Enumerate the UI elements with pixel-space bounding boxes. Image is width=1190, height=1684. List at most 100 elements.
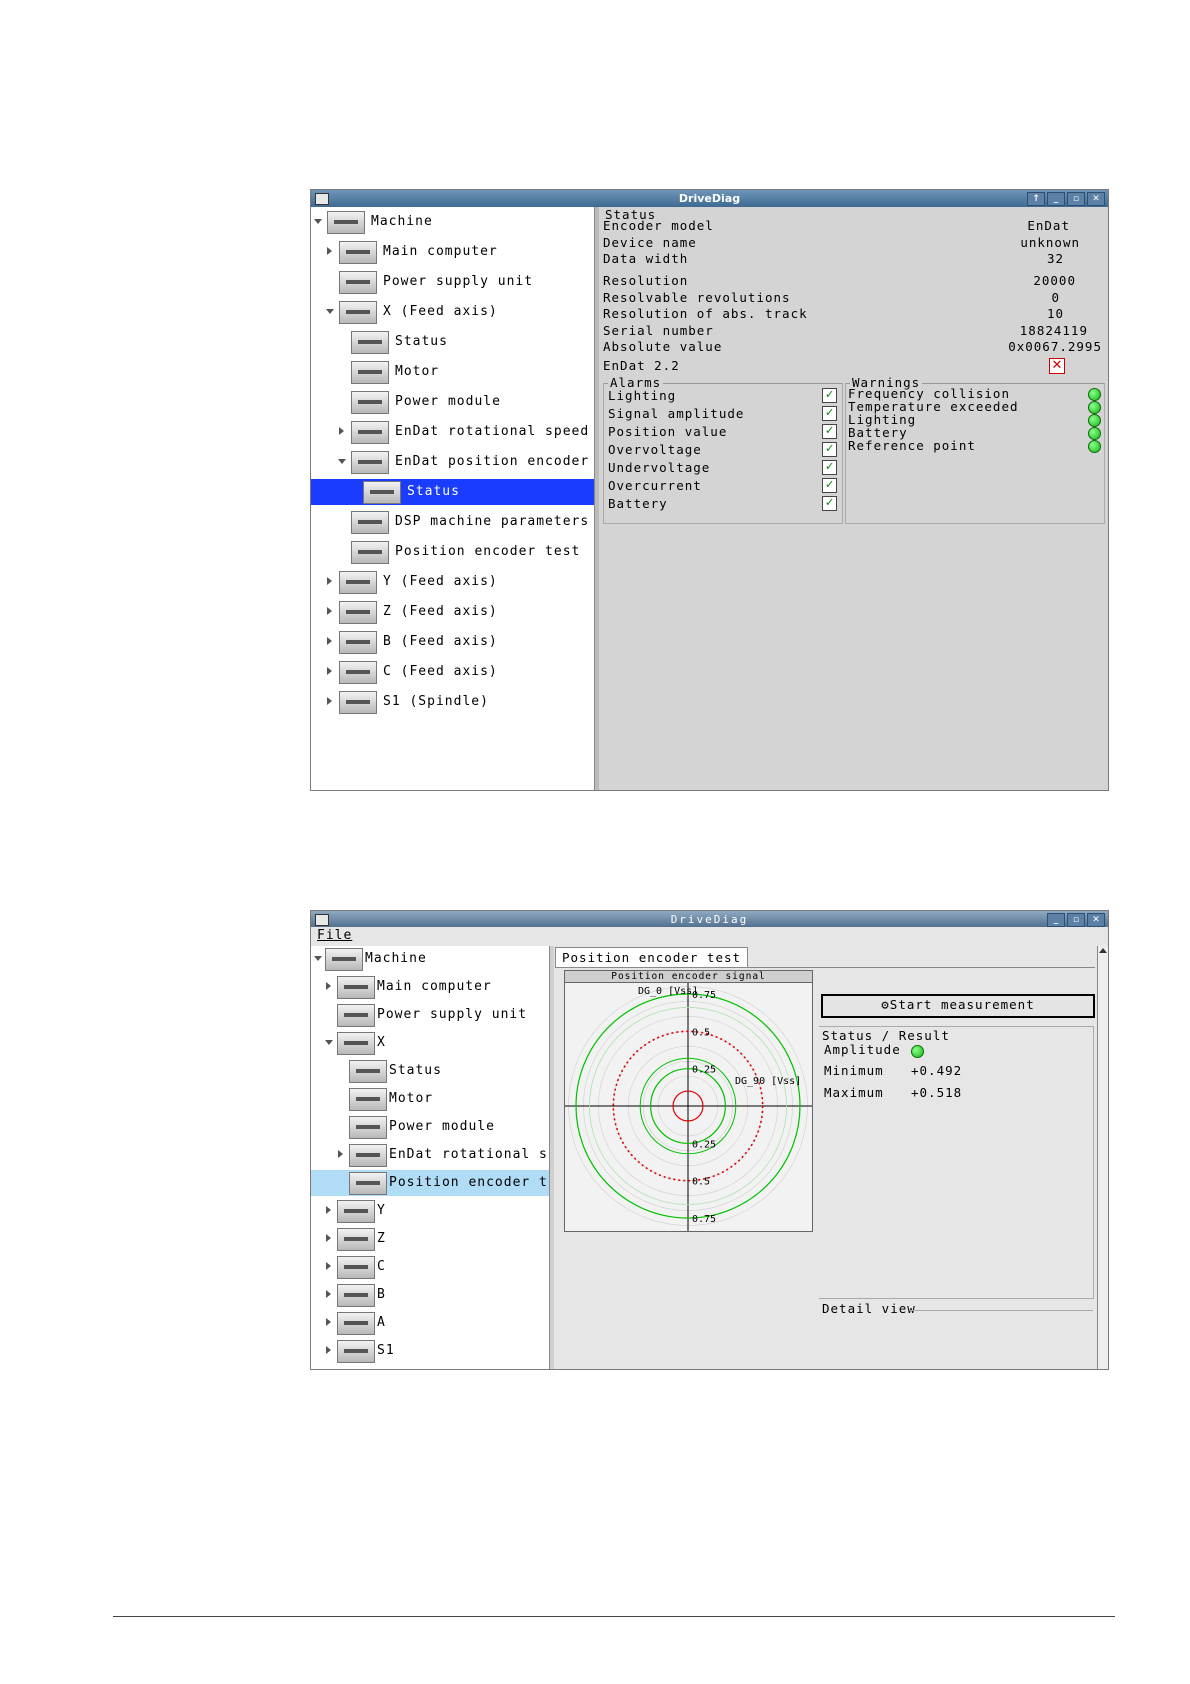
menu-file[interactable]: File bbox=[317, 928, 352, 943]
tree-node-x-axis[interactable]: X (Feed axis) bbox=[311, 299, 594, 325]
navigation-tree[interactable]: Machine Main computer Power supply unit … bbox=[311, 207, 594, 790]
tree-node-main-computer[interactable]: Main computer bbox=[311, 239, 594, 265]
status-led-icon bbox=[1088, 440, 1101, 453]
window-titlebar[interactable]: DriveDiag _ ▫ ✕ bbox=[311, 911, 1108, 927]
window-menu-icon[interactable] bbox=[315, 193, 329, 205]
tree-node-status[interactable]: Status bbox=[311, 329, 594, 355]
tab-position-encoder-test[interactable]: Position encoder test bbox=[555, 947, 749, 967]
field-label: Data width bbox=[603, 251, 689, 266]
motor-icon bbox=[351, 361, 389, 384]
tree-label: Main computer bbox=[383, 244, 498, 259]
y-axis-label: DG_0 [Vss] bbox=[638, 986, 698, 997]
expand-arrow-icon[interactable] bbox=[338, 1150, 343, 1158]
tree-node-motor[interactable]: Motor bbox=[311, 1086, 549, 1112]
tree-node-power-supply[interactable]: Power supply unit bbox=[311, 269, 594, 295]
axis-icon bbox=[337, 1256, 375, 1279]
tree-node-b[interactable]: B bbox=[311, 1282, 549, 1308]
detail-view-label: Detail view bbox=[822, 1301, 916, 1316]
start-measurement-button[interactable]: ⚙Start measurement bbox=[821, 994, 1095, 1018]
alarms-group: Alarms Lighting ✓ Signal amplitude ✓ Pos… bbox=[603, 375, 843, 524]
tree-node-endat-speed[interactable]: EnDat rotational s bbox=[311, 1142, 549, 1168]
power-module-icon bbox=[351, 391, 389, 414]
window-menu-icon[interactable] bbox=[315, 914, 329, 926]
expand-arrow-icon[interactable] bbox=[327, 667, 332, 675]
expand-arrow-icon[interactable] bbox=[326, 1318, 331, 1326]
tree-label: X (Feed axis) bbox=[383, 304, 498, 319]
expand-arrow-icon[interactable] bbox=[327, 697, 332, 705]
collapse-arrow-icon[interactable] bbox=[326, 309, 334, 314]
tree-node-c[interactable]: C bbox=[311, 1254, 549, 1280]
collapse-arrow-icon[interactable] bbox=[338, 459, 346, 464]
expand-arrow-icon[interactable] bbox=[326, 982, 331, 990]
collapse-arrow-icon[interactable] bbox=[325, 1040, 333, 1045]
navigation-tree[interactable]: Machine Main computer Power supply unit … bbox=[311, 946, 549, 1369]
tree-node-a[interactable]: A bbox=[311, 1310, 549, 1336]
tree-node-machine[interactable]: Machine bbox=[311, 946, 549, 972]
alarm-label: Lighting bbox=[608, 388, 677, 403]
expand-arrow-icon[interactable] bbox=[339, 427, 344, 435]
parameters-icon bbox=[351, 511, 389, 534]
expand-arrow-icon[interactable] bbox=[326, 1262, 331, 1270]
check-icon: ✓ bbox=[822, 478, 837, 493]
tree-node-y-axis[interactable]: Y (Feed axis) bbox=[311, 569, 594, 595]
tree-node-main-computer[interactable]: Main computer bbox=[311, 974, 549, 1000]
warnings-group: Warnings Frequency collision Temperature… bbox=[845, 375, 1105, 524]
tree-node-x[interactable]: X bbox=[311, 1030, 549, 1056]
scroll-up-arrow-icon[interactable] bbox=[1099, 948, 1107, 953]
restore-icon[interactable]: ▫ bbox=[1067, 913, 1085, 927]
tree-node-b-axis[interactable]: B (Feed axis) bbox=[311, 629, 594, 655]
restore-icon[interactable]: ▫ bbox=[1067, 192, 1085, 206]
expand-arrow-icon[interactable] bbox=[327, 577, 332, 585]
tree-label: DSP machine parameters bbox=[395, 514, 590, 529]
tree-node-dsp-params[interactable]: DSP machine parameters bbox=[311, 509, 594, 535]
scroll-up-icon[interactable]: ↑ bbox=[1027, 192, 1045, 206]
tree-node-z[interactable]: Z bbox=[311, 1226, 549, 1252]
tree-node-motor[interactable]: Motor bbox=[311, 359, 594, 385]
tree-node-encoder-test-selected[interactable]: Position encoder t bbox=[311, 1170, 549, 1196]
tree-node-encoder-status-selected[interactable]: Status bbox=[311, 479, 594, 505]
collapse-arrow-icon[interactable] bbox=[314, 956, 322, 961]
tree-node-encoder-test[interactable]: Position encoder test bbox=[311, 539, 594, 565]
tree-node-endat-speed[interactable]: EnDat rotational speed bbox=[311, 419, 594, 445]
axis-icon bbox=[339, 571, 377, 594]
minimize-icon[interactable]: _ bbox=[1047, 192, 1065, 206]
expand-arrow-icon[interactable] bbox=[326, 1234, 331, 1242]
tree-label: S1 bbox=[377, 1343, 395, 1358]
tree-node-s1[interactable]: S1 bbox=[311, 1338, 549, 1364]
tree-node-power-supply[interactable]: Power supply unit bbox=[311, 1002, 549, 1028]
expand-arrow-icon[interactable] bbox=[327, 637, 332, 645]
expand-arrow-icon[interactable] bbox=[327, 247, 332, 255]
tree-node-machine[interactable]: Machine bbox=[311, 209, 594, 235]
splitter[interactable] bbox=[549, 946, 554, 1369]
close-icon[interactable]: ✕ bbox=[1087, 192, 1105, 206]
tree-node-endat-position[interactable]: EnDat position encoder bbox=[311, 449, 594, 475]
close-icon[interactable]: ✕ bbox=[1087, 913, 1105, 927]
tree-node-c-axis[interactable]: C (Feed axis) bbox=[311, 659, 594, 685]
power-supply-icon bbox=[337, 1004, 375, 1027]
expand-arrow-icon[interactable] bbox=[326, 1290, 331, 1298]
tree-label: Power supply unit bbox=[377, 1007, 528, 1022]
field-label: Resolution of abs. track bbox=[603, 306, 808, 321]
tree-node-y[interactable]: Y bbox=[311, 1198, 549, 1224]
minimize-icon[interactable]: _ bbox=[1047, 913, 1065, 927]
expand-arrow-icon[interactable] bbox=[326, 1346, 331, 1354]
tree-node-z-axis[interactable]: Z (Feed axis) bbox=[311, 599, 594, 625]
tree-node-spindle[interactable]: S1 (Spindle) bbox=[311, 689, 594, 715]
expand-arrow-icon[interactable] bbox=[327, 607, 332, 615]
drivediag-window-status: DriveDiag ↑ _ ▫ ✕ Machine Main computer … bbox=[310, 189, 1109, 791]
tree-label: Y (Feed axis) bbox=[383, 574, 498, 589]
tree-label: C (Feed axis) bbox=[383, 664, 498, 679]
tree-node-power-module[interactable]: Power module bbox=[311, 389, 594, 415]
status-led-icon bbox=[1088, 401, 1101, 414]
vertical-scrollbar[interactable] bbox=[1097, 946, 1108, 1369]
error-cross-icon: ✕ bbox=[1049, 358, 1065, 374]
tree-node-status[interactable]: Status bbox=[311, 1058, 549, 1084]
window-titlebar[interactable]: DriveDiag ↑ _ ▫ ✕ bbox=[311, 190, 1108, 207]
tree-node-power-module[interactable]: Power module bbox=[311, 1114, 549, 1140]
window-title: DriveDiag bbox=[678, 192, 741, 205]
tree-label: B (Feed axis) bbox=[383, 634, 498, 649]
collapse-arrow-icon[interactable] bbox=[314, 219, 322, 224]
check-icon: ✓ bbox=[822, 496, 837, 511]
tree-label: B bbox=[377, 1287, 386, 1302]
expand-arrow-icon[interactable] bbox=[326, 1206, 331, 1214]
